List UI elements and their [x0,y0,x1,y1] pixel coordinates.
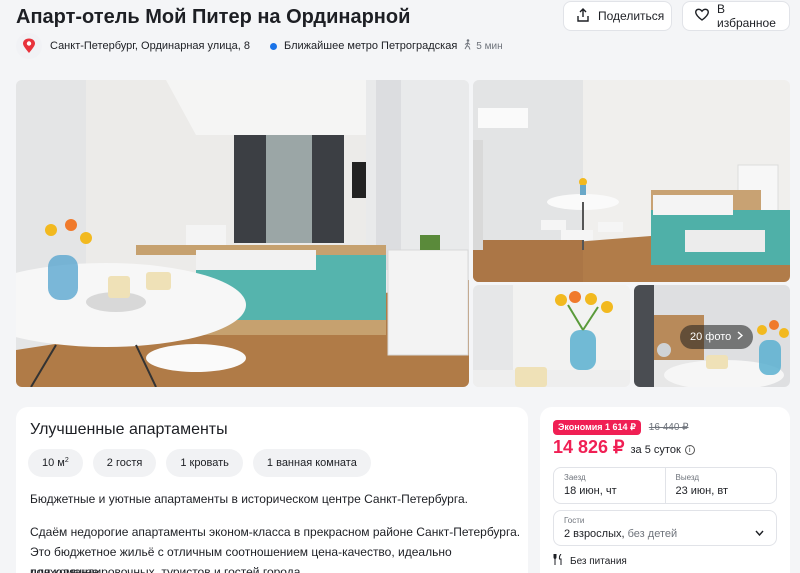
gallery-photo[interactable] [473,285,630,387]
nights-label: за 5 суток [630,444,681,456]
description-line: Бюджетные и уютные апартаменты в историч… [30,492,468,506]
hotel-logo [16,33,42,59]
meal-info: Без питания [553,553,627,568]
price-row: 14 826 ₽ за 5 суток i [553,437,695,458]
address-text: Санкт-Петербург, Ординарная улица, 8 [50,40,251,52]
area-chip: 10 м2 [28,449,83,477]
guests-selector[interactable]: Гости 2 взрослых, без детей [553,510,777,546]
area-value: 10 м [42,457,65,469]
description-line: для командировочных, туристов и гостей г… [30,565,304,573]
favorite-button[interactable]: В избранное [682,1,790,31]
discount-row: Экономия 1 614 ₽ 16 440 ₽ [553,420,689,435]
dates-selector: Заезд 18 июн, чт Выезд 23 июн, вт [553,467,777,504]
economy-badge: Экономия 1 614 ₽ [553,420,641,435]
bathroom-chip: 1 ванная комната [252,449,371,477]
checkout-value: 23 июн, вт [675,485,729,497]
meal-text: Без питания [570,555,627,567]
current-price: 14 826 ₽ [553,437,625,457]
guests-value-row: 2 взрослых, без детей [564,528,766,540]
more-photos-button[interactable]: 20 фото [680,325,754,349]
page-title: Апарт-отель Мой Питер на Ординарной [16,6,411,28]
metro-text: Ближайшее метро Петроградская [284,40,458,52]
checkin-label: Заезд [564,473,586,482]
checkout-label: Выезд [675,473,700,482]
checkin-value: 18 июн, чт [564,485,617,497]
fork-knife-icon [553,553,564,568]
guests-value: 2 взрослых, [564,528,625,540]
walk-time-text: 5 мин [476,40,503,52]
gallery-photo[interactable] [473,80,790,282]
favorite-label: В избранное [717,2,776,30]
checkout-field[interactable]: Выезд 23 июн, вт [664,468,777,503]
metro-icon [270,42,278,50]
info-icon[interactable]: i [684,445,695,455]
share-button[interactable]: Поделиться [563,1,672,31]
share-icon [576,7,590,25]
main-photo[interactable] [16,80,469,387]
area-unit-sup: 2 [64,456,69,464]
guests-chip: 2 гостя [92,449,157,477]
room-features: 10 м2 2 гостя 1 кровать 1 ванная комната [28,449,371,477]
beds-chip: 1 кровать [166,449,243,477]
more-photos-label: 20 фото [690,331,732,343]
chevron-down-icon [755,523,764,541]
checkin-field[interactable]: Заезд 18 июн, чт [554,468,665,503]
walking-icon [463,39,472,53]
walk-time: 5 мин [463,39,503,53]
old-price: 16 440 ₽ [648,422,689,433]
guests-extra: без детей [624,528,678,540]
booking-card: Экономия 1 614 ₽ 16 440 ₽ 14 826 ₽ за 5 … [540,407,790,573]
description-line: Сдаём недорогие апартаменты эконом-класс… [30,525,521,539]
location-row: Санкт-Петербург, Ординарная улица, 8 Бли… [16,33,503,59]
room-title: Улучшенные апартаменты [30,421,228,438]
heart-icon [695,8,709,24]
guests-label: Гости [564,516,585,525]
nights-text: за 5 суток i [631,444,695,456]
room-card: Улучшенные апартаменты 10 м2 2 гостя 1 к… [16,407,528,573]
share-label: Поделиться [598,9,665,23]
chevron-right-icon [737,331,744,343]
